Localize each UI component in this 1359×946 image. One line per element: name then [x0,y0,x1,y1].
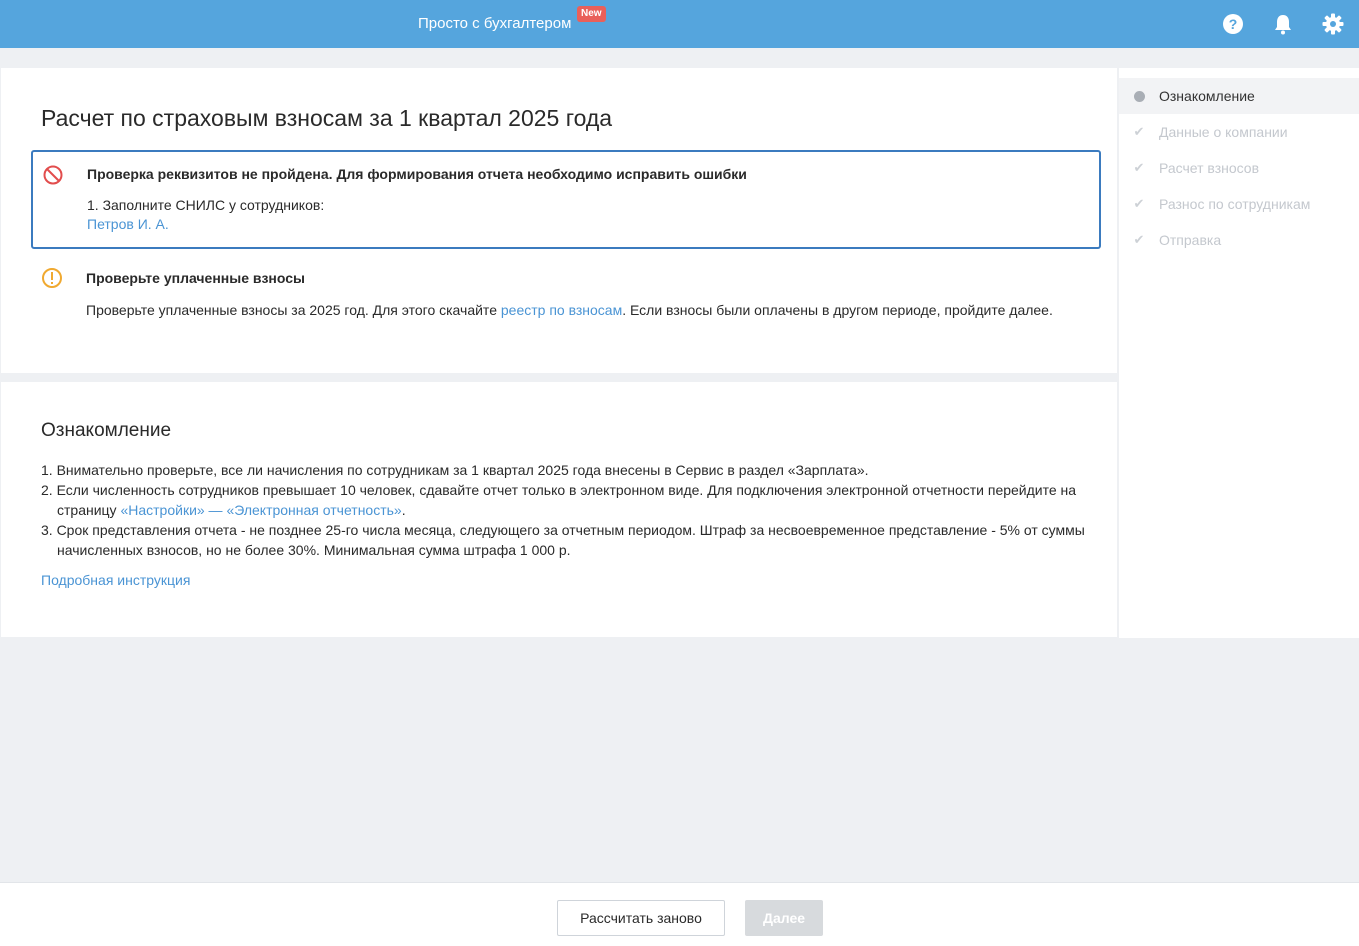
warning-text-before: Проверьте уплаченные взносы за 2025 год.… [86,302,501,318]
current-step-dot-icon [1133,90,1145,102]
blocked-icon [43,165,63,185]
step-company-data: ✔ Данные о компании [1119,114,1359,150]
step-distribution: ✔ Разнос по сотрудникам [1119,186,1359,222]
gear-icon[interactable] [1322,13,1344,35]
step-calculation: ✔ Расчет взносов [1119,150,1359,186]
recalculate-button[interactable]: Рассчитать заново [557,900,725,936]
main-content: Расчет по страховым взносам за 1 квартал… [1,68,1117,637]
bell-icon[interactable] [1272,13,1294,35]
error-item: 1. Заполните СНИЛС у сотрудников: [87,197,325,213]
step-label: Данные о компании [1159,124,1288,140]
employee-link[interactable]: Петров И. А. [87,216,169,232]
new-badge: New [577,6,606,22]
warning-icon [42,268,62,288]
instruction-text: . [401,502,406,518]
error-title: Проверка реквизитов не пройдена. Для фор… [87,166,747,182]
page-title: Расчет по страховым взносам за 1 квартал… [41,105,613,131]
check-icon: ✔ [1133,160,1145,175]
footer-bar: Рассчитать заново Далее [0,882,1359,946]
check-icon: ✔ [1133,232,1145,247]
section-title: Ознакомление [41,420,172,441]
next-button[interactable]: Далее [745,900,823,936]
step-label: Ознакомление [1159,88,1255,104]
instruction-item: 2. Если численность сотрудников превышае… [41,480,1091,520]
detailed-instruction-link[interactable]: Подробная инструкция [41,572,190,588]
check-icon: ✔ [1133,124,1145,139]
instruction-item: 3. Срок представления отчета - не поздне… [41,522,1085,558]
step-sending: ✔ Отправка [1119,222,1359,258]
help-icon[interactable]: ? [1222,13,1244,35]
warning-title: Проверьте уплаченные взносы [86,270,305,286]
intro-card: Ознакомление 1. Внимательно проверьте, в… [1,382,1117,637]
step-label: Отправка [1159,232,1222,248]
instruction-item: 1. Внимательно проверьте, все ли начисле… [41,462,869,478]
step-label: Разнос по сотрудникам [1159,196,1311,212]
accountant-link[interactable]: Просто с бухгалтером [418,15,571,32]
step-introduction[interactable]: Ознакомление [1119,78,1359,114]
warning-text-after: . Если взносы были оплачены в другом пер… [622,302,1053,318]
settings-link[interactable]: «Настройки» — «Электронная отчетность» [120,502,401,518]
instructions-list: 1. Внимательно проверьте, все ли начисле… [41,460,1091,560]
check-icon: ✔ [1133,196,1145,211]
report-card: Расчет по страховым взносам за 1 квартал… [1,68,1117,373]
contributions-register-link[interactable]: реестр по взносам [501,302,622,318]
steps-sidebar: Ознакомление ✔ Данные о компании ✔ Расче… [1119,68,1359,638]
error-box: Проверка реквизитов не пройдена. Для фор… [31,150,1101,249]
step-label: Расчет взносов [1159,160,1260,176]
top-bar: Просто с бухгалтером New ? [0,0,1359,48]
warning-text: Проверьте уплаченные взносы за 2025 год.… [86,301,1096,320]
svg-text:?: ? [1229,16,1238,32]
